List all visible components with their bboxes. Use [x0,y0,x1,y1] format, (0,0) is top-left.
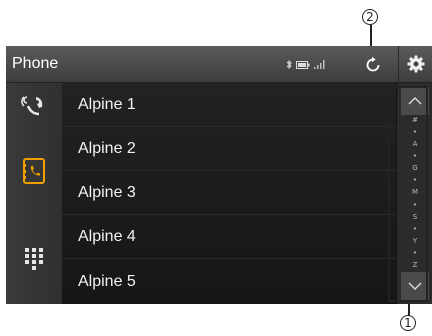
signal-strength-icon [314,60,325,69]
index-dot: • [412,248,418,257]
sidebar [6,83,62,304]
contact-name: Alpine 1 [78,95,136,113]
list-item[interactable]: Alpine 5 [62,259,396,304]
chevron-down-icon [408,282,422,290]
callout-refresh: 2 [362,9,378,25]
index-dot: • [412,224,418,233]
refresh-icon [366,56,380,72]
sidebar-item-dialpad[interactable] [6,237,62,281]
bluetooth-icon [286,60,292,69]
contact-name: Alpine 3 [78,183,136,201]
page-title: Phone [12,55,59,72]
call-history-icon [21,96,43,116]
index-letter[interactable]: S [413,213,417,221]
alphabet-index[interactable]: # • A • G • M • S • Y • Z [401,117,429,269]
header-bar: Phone [6,46,432,83]
index-dot: • [412,176,418,185]
index-letter[interactable]: A [413,141,418,148]
list-item[interactable]: Alpine 3 [62,171,396,215]
index-dot: • [412,152,418,161]
index-letter[interactable]: Z [413,261,418,269]
callout-scrollbar: 1 [400,315,416,331]
refresh-button[interactable] [358,52,388,78]
index-dot: • [412,128,418,137]
index-dot: • [412,200,418,209]
scroll-down-button[interactable] [401,272,429,300]
contact-name: Alpine 2 [78,139,136,157]
contact-list: Alpine 1 Alpine 2 Alpine 3 Alpine 4 Alpi… [62,83,396,304]
settings-button[interactable] [398,46,432,82]
index-letter[interactable]: M [412,189,418,196]
contact-name: Alpine 5 [78,272,136,290]
list-item[interactable]: Alpine 4 [62,215,396,259]
dialpad-icon [25,248,43,270]
index-letter[interactable]: G [412,165,417,172]
alphabet-scrollbar[interactable]: # • A • G • M • S • Y • Z [396,83,432,304]
list-item[interactable]: Alpine 1 [62,83,396,127]
phone-screen: Phone Alpine 1 Alpine 2 Alpine 3 Alpine … [6,46,432,304]
scroll-up-button[interactable] [401,87,429,115]
phonebook-icon [23,158,45,184]
sidebar-item-call-history[interactable] [6,83,62,127]
contact-name: Alpine 4 [78,227,136,245]
list-item[interactable]: Alpine 2 [62,127,396,171]
index-letter[interactable]: Y [413,237,417,245]
chevron-up-icon [408,97,422,105]
sidebar-item-phonebook[interactable] [6,149,62,193]
status-icons [286,60,326,69]
battery-icon [296,60,310,69]
index-letter[interactable]: # [412,117,418,124]
gear-icon [407,55,425,73]
